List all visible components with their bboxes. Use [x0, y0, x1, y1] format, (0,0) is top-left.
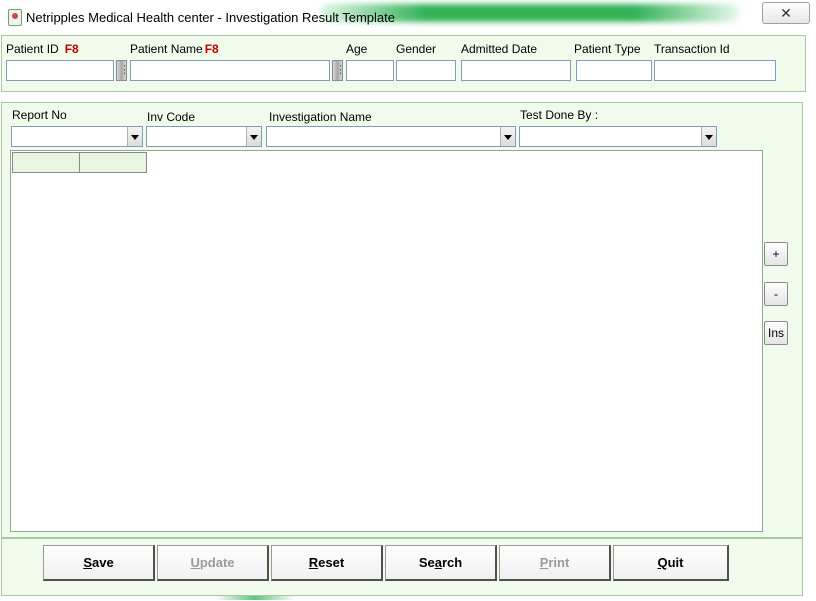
reset-label: eset	[318, 555, 345, 570]
remove-row-button[interactable]: -	[764, 282, 788, 306]
chevron-down-icon[interactable]	[500, 127, 515, 146]
save-mnemonic: S	[83, 555, 92, 570]
update-button[interactable]: Update	[157, 545, 269, 581]
patient-name-label: Patient Name F8	[130, 42, 219, 56]
print-button[interactable]: Print	[499, 545, 611, 581]
age-input[interactable]	[346, 60, 394, 81]
results-grid[interactable]	[10, 150, 763, 532]
report-no-label: Report No	[12, 108, 67, 122]
patient-name-input[interactable]	[130, 60, 330, 81]
patient-id-hotkey: F8	[64, 42, 79, 56]
report-no-select[interactable]	[11, 126, 143, 147]
chevron-down-icon[interactable]	[701, 127, 716, 146]
search-button[interactable]: Search	[385, 545, 497, 581]
patient-name-hotkey: F8	[204, 42, 219, 56]
transaction-id-label: Transaction Id	[654, 42, 730, 56]
investigation-name-select[interactable]	[266, 126, 516, 147]
close-button[interactable]: ✕	[762, 2, 810, 24]
patient-id-lookup-button[interactable]	[116, 60, 130, 81]
insert-row-button[interactable]: Ins	[764, 321, 788, 345]
transaction-id-input[interactable]	[654, 60, 776, 81]
quit-label: uit	[667, 555, 684, 570]
gender-label: Gender	[396, 42, 437, 56]
patient-id-input[interactable]	[6, 60, 114, 81]
patient-type-label: Patient Type	[574, 42, 641, 56]
taskbar-glow	[215, 596, 295, 600]
update-label: pdate	[199, 555, 235, 570]
update-mnemonic: U	[190, 555, 200, 570]
save-button[interactable]: Save	[43, 545, 155, 581]
search-mnemonic: a	[434, 555, 442, 570]
chevron-down-icon[interactable]	[246, 127, 261, 146]
admitted-date-label: Admitted Date	[461, 42, 538, 56]
gender-input[interactable]	[396, 60, 456, 81]
window-title: Netripples Medical Health center - Inves…	[26, 10, 395, 25]
quit-mnemonic: Q	[657, 555, 668, 570]
admitted-date-input[interactable]	[461, 60, 571, 81]
patient-id-label: Patient ID F8	[6, 42, 79, 56]
test-done-by-label: Test Done By :	[520, 108, 599, 122]
inv-code-select[interactable]	[146, 126, 262, 147]
title-bar: Netripples Medical Health center - Inves…	[0, 0, 816, 34]
inv-code-label: Inv Code	[147, 110, 196, 124]
print-label: rint	[548, 555, 570, 570]
add-row-button[interactable]: +	[764, 242, 788, 266]
investigation-name-label: Investigation Name	[269, 110, 372, 124]
reset-button[interactable]: Reset	[271, 545, 383, 581]
quit-button[interactable]: Quit	[613, 545, 729, 581]
chevron-down-icon[interactable]	[127, 127, 142, 146]
age-label: Age	[346, 42, 368, 56]
patient-name-label-text: Patient Name	[130, 42, 203, 56]
search-label-pre: Se	[418, 555, 435, 570]
app-icon	[8, 9, 22, 26]
grid-header-cell[interactable]	[79, 152, 147, 173]
search-label: rch	[441, 555, 463, 570]
save-label: ave	[91, 555, 114, 570]
patient-id-label-text: Patient ID	[6, 42, 59, 56]
patient-type-input[interactable]	[576, 60, 652, 81]
patient-name-lookup-button[interactable]	[332, 60, 346, 81]
grid-header-cell[interactable]	[12, 152, 80, 173]
test-done-by-select[interactable]	[519, 126, 717, 147]
reset-mnemonic: R	[308, 555, 319, 570]
